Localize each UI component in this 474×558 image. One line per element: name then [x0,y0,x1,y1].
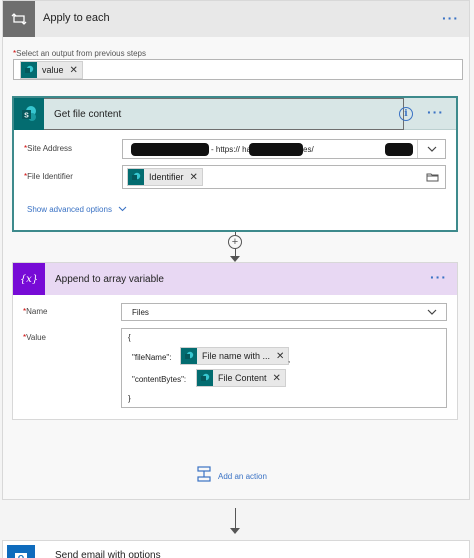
select-output-label: *Select an output from previous steps [13,49,146,58]
apply-to-each-title: Apply to each [43,12,110,24]
json-open-brace: { [128,333,131,342]
sharepoint-icon [197,370,213,386]
redacted-text [131,143,209,156]
chevron-down-icon[interactable] [417,140,445,158]
value-editor[interactable]: { "fileName": File name with ... ✕ , "co… [121,328,447,408]
chevron-down-icon[interactable] [418,304,446,320]
file-identifier-label: *File Identifier [24,172,73,181]
json-comma: , [288,355,291,364]
filename-token[interactable]: File name with ... ✕ [180,347,290,365]
more-icon[interactable]: ··· [430,269,447,285]
select-output-input[interactable]: value ✕ [13,59,463,80]
sharepoint-icon [21,62,37,78]
site-address-label-text: Site Address [27,144,73,153]
get-file-content-card: S Get file content i ··· *Site Address -… [12,96,458,232]
more-icon[interactable]: ··· [427,104,444,120]
more-icon[interactable]: ··· [442,10,459,26]
file-identifier-label-text: File Identifier [27,172,73,181]
filename-token-label: File name with ... [202,351,271,361]
name-dropdown[interactable]: Files [121,303,447,321]
file-content-token-label: File Content [218,373,267,383]
value-token-label: value [42,65,64,75]
sharepoint-icon [181,348,197,364]
name-label: *Name [23,307,47,316]
close-icon[interactable]: ✕ [70,65,78,76]
send-email-card[interactable]: O Send email with options [2,540,470,558]
select-output-label-text: Select an output from previous steps [16,49,146,58]
site-address-label: *Site Address [24,144,72,153]
info-glyph: i [404,109,408,119]
close-icon[interactable]: ✕ [190,172,198,183]
file-content-token[interactable]: File Content ✕ [196,369,286,387]
value-token[interactable]: value ✕ [20,61,83,79]
svg-text:O: O [18,554,24,558]
add-action-button[interactable]: Add an action [196,466,267,487]
json-close-brace: } [128,394,131,403]
identifier-token-label: Identifier [149,172,184,182]
filename-key: "fileName": [132,353,172,362]
apply-to-each-header[interactable]: Apply to each ··· [3,1,469,37]
sharepoint-icon: S [14,98,44,130]
append-to-array-header[interactable]: {x} Append to array variable ··· [13,263,457,295]
append-to-array-title: Append to array variable [55,274,164,285]
folder-icon[interactable] [419,166,445,188]
close-icon[interactable]: ✕ [273,373,281,384]
sharepoint-icon [128,169,144,185]
apply-to-each-card: Apply to each ··· *Select an output from… [2,0,470,500]
redacted-text [249,143,303,156]
variable-icon-glyph: {x} [19,273,39,285]
value-label-text: Value [26,333,46,342]
value-label: *Value [23,333,46,342]
arrow-down-icon [230,528,240,534]
info-icon[interactable]: i [399,107,413,121]
show-advanced-options-link[interactable]: Show advanced options [27,205,127,214]
get-file-content-header[interactable]: S Get file content i ··· [14,98,456,130]
outlook-icon: O [7,545,35,558]
contentbytes-key: "contentBytes": [132,375,187,384]
loop-icon [3,1,35,37]
add-action-icon [196,466,212,487]
name-value: Files [132,308,149,317]
name-label-text: Name [26,307,48,316]
variable-icon: {x} [13,263,45,295]
add-action-label: Add an action [218,472,267,481]
site-address-dropdown[interactable]: - https:// harepoint.com/sites/ [122,139,446,159]
file-identifier-input[interactable]: Identifier ✕ [122,165,446,189]
redacted-text [385,143,413,156]
chevron-down-icon [118,205,127,214]
svg-text:S: S [24,112,29,119]
identifier-token[interactable]: Identifier ✕ [127,168,203,186]
append-to-array-card: {x} Append to array variable ··· *Name F… [12,262,458,420]
get-file-content-title: Get file content [54,109,122,120]
connector-line [235,508,236,530]
send-email-title: Send email with options [55,550,161,558]
close-icon[interactable]: ✕ [276,351,284,362]
show-advanced-options-label: Show advanced options [27,205,112,214]
insert-step-icon[interactable]: + [228,235,242,249]
